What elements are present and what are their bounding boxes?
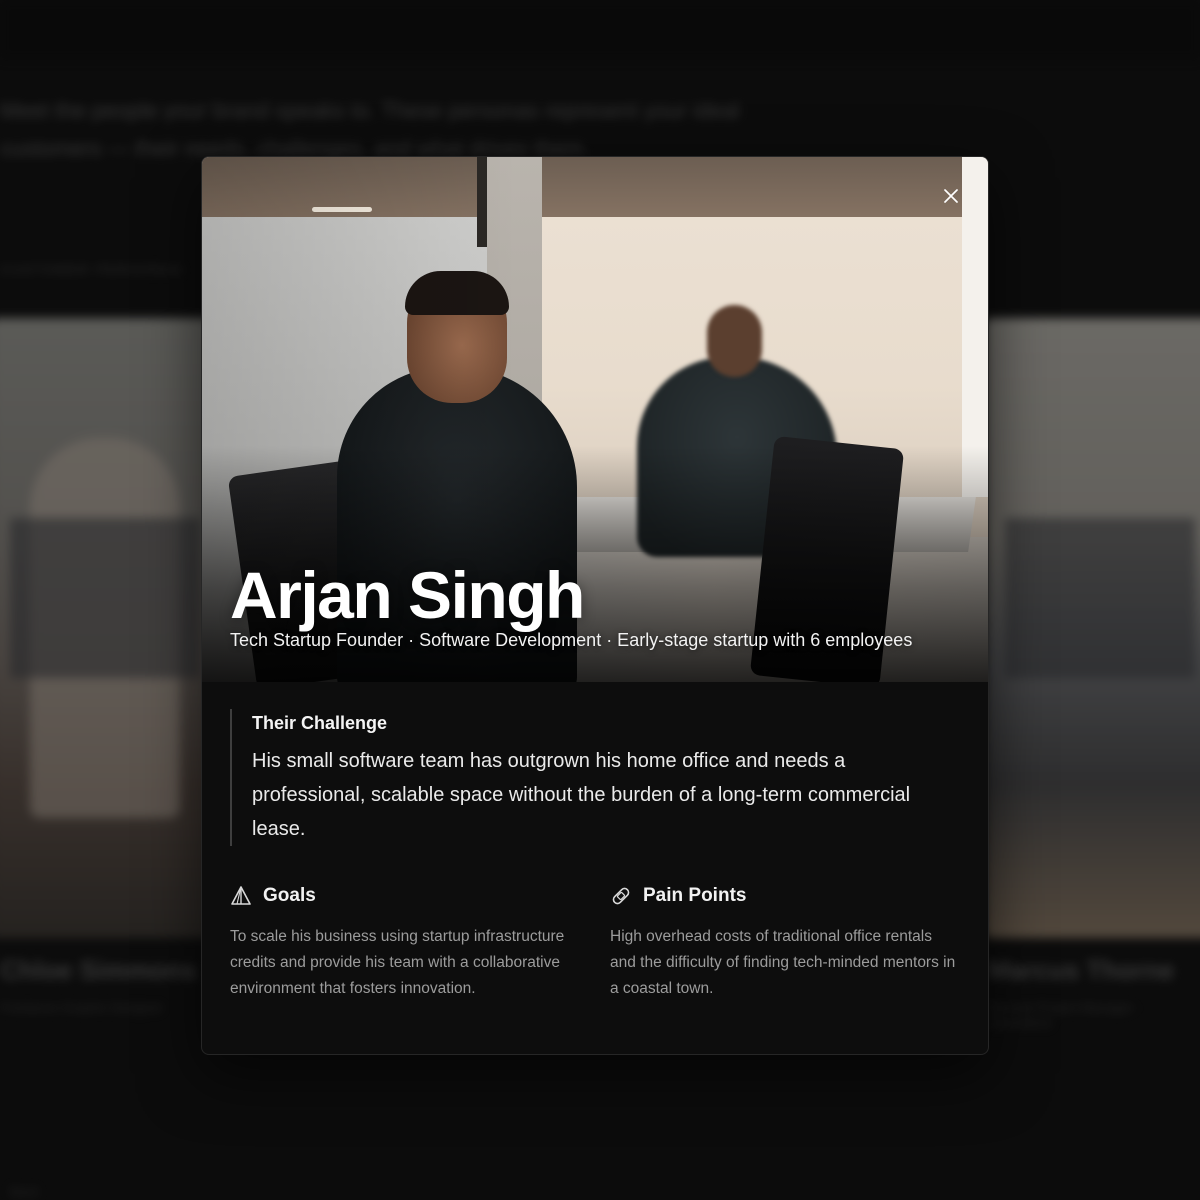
pain-points-text: High overhead costs of traditional offic…	[610, 928, 956, 997]
top-bar	[0, 0, 1200, 60]
challenge-text: His small software team has outgrown his…	[252, 750, 911, 840]
goals-section: Goals To scale his business using startu…	[230, 883, 580, 1002]
goals-text: To scale his business using startup infr…	[230, 928, 565, 997]
pain-points-section: Pain Points High overhead costs of tradi…	[610, 883, 960, 1002]
pyramid-icon	[230, 885, 252, 907]
persona-card-name: Marcus Thorne	[988, 955, 1175, 985]
close-button[interactable]	[938, 183, 964, 209]
persona-name: Arjan Singh	[230, 558, 585, 632]
challenge-quote: Their Challenge His small software team …	[230, 709, 950, 846]
close-icon	[944, 189, 958, 203]
goals-title: Goals	[263, 885, 316, 906]
bandage-icon	[610, 885, 632, 907]
section-label: CUSTOMER PERSONAS	[0, 262, 185, 277]
persona-meta: Tech Startup Founder · Software Developm…	[230, 630, 913, 650]
persona-card-role: Freelance Graphic Designer	[0, 1000, 163, 1015]
persona-card-photo-right[interactable]	[985, 318, 1200, 938]
challenge-heading: Their Challenge	[252, 713, 388, 733]
persona-card-photo-left[interactable]	[0, 318, 220, 938]
persona-card-role: Remote Project Manager · Operations	[988, 1000, 1141, 1030]
pain-points-title: Pain Points	[643, 885, 747, 906]
persona-modal: Arjan Singh Tech Startup Founder · Softw…	[201, 156, 989, 1055]
persona-card-name: Chloe Simmons	[0, 955, 197, 985]
footer-link[interactable]: Back	[10, 1184, 39, 1199]
